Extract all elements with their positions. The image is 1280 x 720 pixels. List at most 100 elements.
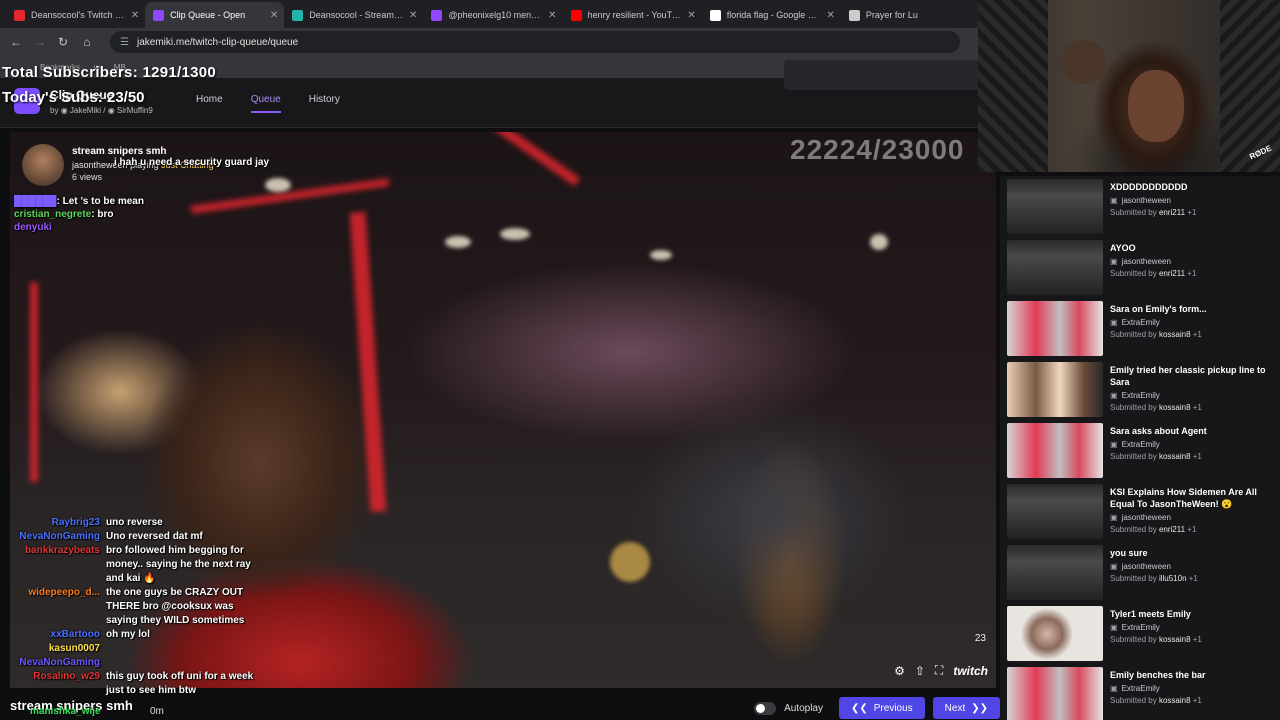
neon-light (459, 132, 581, 187)
chat-line: cristian_negrete: bro (14, 209, 114, 220)
queue-item[interactable]: AYOO ▣ jasontheween Submitted by enri211 +1 (1007, 240, 1275, 298)
close-icon[interactable]: ✕ (826, 10, 834, 21)
today-subs-counter: Today's Subs: 23/50 (2, 89, 145, 106)
clip-thumbnail[interactable] (1007, 484, 1103, 539)
autoplay-toggle[interactable] (754, 701, 777, 715)
browser-tab[interactable]: Clip Queue - Open ✕ (145, 2, 285, 28)
close-icon[interactable]: ✕ (270, 10, 278, 21)
light-spot (650, 250, 672, 260)
clip-thumbnail[interactable] (1007, 667, 1103, 720)
queue-item[interactable]: XDDDDDDDDDDD ▣ jasontheween Submitted by en… (1007, 179, 1275, 237)
clip-thumbnail[interactable] (1007, 301, 1103, 356)
submitted-by: Submitted by kossain8 +1 (1110, 402, 1202, 413)
clip-channel: ▣ jasontheween (1110, 512, 1171, 523)
extra-submitters: +1 (1187, 208, 1197, 217)
clip-thumbnail[interactable] (1007, 362, 1103, 417)
author-link[interactable]: SirMuffin9 (117, 106, 153, 115)
queue-item[interactable]: Emily tried her classic pickup line to S… (1007, 362, 1275, 420)
site-info-icon[interactable]: ☰ (120, 37, 129, 48)
queue-item[interactable]: Sara on Emily's form... ▣ ExtraEmily Submit… (1007, 301, 1275, 359)
follower-goal: 22224/23000 (790, 134, 965, 165)
previous-label: Previous (873, 702, 913, 714)
reload-icon[interactable]: ↻ (58, 35, 68, 49)
browser-tab-bar: Deansocool's Twitch Statistic✕Clip Queue… (0, 0, 980, 28)
browser-tab[interactable]: henry resilient - YouTube ✕ (563, 2, 702, 28)
chat-line: Raybrig23 uno reverse (8, 516, 288, 530)
browser-tab[interactable]: Deansocool - Streamer Overv ✕ (284, 2, 423, 28)
queue-item[interactable]: Sara asks about Agent ▣ ExtraEmily Submitte… (1007, 423, 1275, 481)
close-icon[interactable]: ✕ (548, 10, 556, 21)
close-icon[interactable]: ✕ (131, 10, 139, 21)
clip-channel: ▣ jasontheween (1110, 195, 1171, 206)
submitter-name: enri211 (1158, 269, 1186, 278)
channel-icon: ▣ (1110, 391, 1118, 400)
nav-history[interactable]: History (309, 94, 340, 113)
next-button[interactable]: Next ❯❯ (932, 697, 1000, 719)
player-controls: ⚙ ⇧ ⛶ twitch (894, 663, 988, 678)
queue-item[interactable]: you sure ▣ jasontheween Submitted by illu51… (1007, 545, 1275, 603)
chat-message: bro (97, 209, 114, 220)
extra-submitters: +1 (1188, 574, 1198, 583)
back-icon[interactable]: ← (10, 35, 22, 49)
browser-tab[interactable]: Prayer for Lu (841, 2, 980, 28)
tab-favicon-icon (570, 9, 582, 21)
tab-title: Prayer for Lu (865, 10, 918, 20)
close-icon[interactable]: ✕ (409, 10, 417, 21)
browser-tab[interactable]: Deansocool's Twitch Statistic ✕ (6, 2, 145, 28)
share-icon[interactable]: ⇧ (915, 664, 925, 678)
fullscreen-icon[interactable]: ⛶ (935, 663, 943, 678)
clip-title: Sara asks about Agent (1110, 426, 1207, 436)
submitted-by: Submitted by illu510n +1 (1110, 573, 1198, 584)
nav-home[interactable]: Home (196, 94, 223, 113)
channel-name: ExtraEmily (1121, 318, 1160, 327)
queue-item[interactable]: Emily benches the bar ▣ ExtraEmily Submitte… (1007, 667, 1275, 720)
clip-queue-list: XDDDDDDDDDDD ▣ jasontheween Submitted by en… (1000, 176, 1280, 720)
site-header: Clip Queue by ◉ JakeMiki / ◉ SirMuffin9 … (0, 60, 980, 128)
close-icon[interactable]: ✕ (687, 10, 695, 21)
chat-line: kasun0007 (8, 642, 288, 656)
clip-channel: ▣ jasontheween (1110, 561, 1171, 572)
clip-title: XDDDDDDDDDDD (1110, 182, 1188, 192)
nav-queue[interactable]: Queue (250, 94, 281, 113)
previous-button[interactable]: ❮❮ Previous (839, 697, 925, 719)
webcam-feed: RØDE (978, 0, 1280, 172)
submitted-label: Submitted by (1110, 330, 1157, 339)
channel-icon: ▣ (1110, 562, 1118, 571)
chat-message (106, 642, 266, 656)
clip-thumbnail[interactable] (1007, 606, 1103, 661)
browser-tab[interactable]: florida flag - Google Search ✕ (702, 2, 841, 28)
chat-overlay-top: i hah u need a security guard jay ██████… (14, 157, 269, 234)
github-icon: ◉ (107, 106, 115, 115)
forward-icon[interactable]: → (34, 35, 46, 49)
address-bar[interactable]: ☰ jakemiki.me/twitch-clip-queue/queue (110, 31, 960, 53)
home-icon[interactable]: ⌂ (82, 35, 92, 49)
neon-light (349, 211, 387, 513)
author-link[interactable]: JakeMiki (70, 106, 101, 115)
tab-title: Clip Queue - Open (170, 10, 246, 20)
clip-title: Emily tried her classic pickup line to S… (1110, 365, 1266, 387)
queue-item[interactable]: Tyler1 meets Emily ▣ ExtraEmily Submitted b… (1007, 606, 1275, 664)
chat-username: ██████ (14, 196, 57, 207)
channel-icon: ▣ (1110, 318, 1118, 327)
queue-item[interactable]: KSI Explains How Sidemen Are All Equal T… (1007, 484, 1275, 542)
chat-username: NevaNonGaming (19, 531, 100, 542)
autoplay-label: Autoplay (784, 702, 823, 714)
clip-thumbnail[interactable] (1007, 240, 1103, 295)
channel-name: ExtraEmily (1121, 623, 1160, 632)
chat-username: cristian_negrete (14, 209, 92, 220)
channel-name: jasontheween (1121, 513, 1171, 522)
clip-thumbnail[interactable] (1007, 545, 1103, 600)
submitted-by: Submitted by enri211 +1 (1110, 524, 1196, 535)
channel-icon: ▣ (1110, 257, 1118, 266)
settings-icon[interactable]: ⚙ (894, 664, 905, 678)
queue-controls: Autoplay ❮❮ Previous Next ❯❯ (740, 696, 1000, 720)
twitch-logo[interactable]: twitch (953, 664, 988, 678)
chat-username: Rosalino_w29 (33, 671, 100, 682)
browser-tab[interactable]: @pheonixelg10 mentioned ✕ (423, 2, 562, 28)
clip-thumbnail[interactable] (1007, 179, 1103, 234)
chat-message: oh my lol (106, 629, 150, 640)
acoustic-foam (978, 0, 1048, 172)
clip-thumbnail[interactable] (1007, 423, 1103, 478)
header-controls (784, 60, 980, 90)
chat-username: Raybrig23 (51, 517, 100, 528)
